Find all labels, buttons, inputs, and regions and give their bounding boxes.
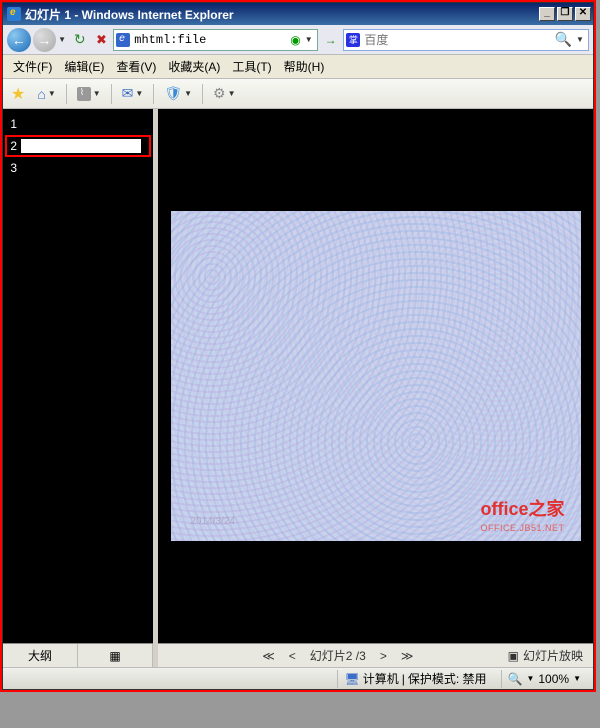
address-dropdown[interactable]: ▼ bbox=[305, 35, 315, 44]
address-input[interactable] bbox=[134, 33, 286, 47]
content-area: 1 2 3 大纲 ▦ 2014/3/24 bbox=[3, 109, 593, 667]
zoom-dropdown[interactable]: ▼ bbox=[526, 674, 534, 683]
slide-item-1[interactable]: 1 bbox=[7, 115, 149, 133]
zone-indicator[interactable]: 🖥 计算机 | 保护模式: 禁用 bbox=[337, 670, 492, 688]
outline-pane: 1 2 3 大纲 ▦ bbox=[3, 109, 153, 667]
slide-pane: 2014/3/24 office之家 OFFICE.JB51.NET ≪ < 幻… bbox=[158, 109, 593, 667]
slide-number: 2 bbox=[7, 139, 17, 153]
refresh-button[interactable]: ↻ bbox=[70, 30, 90, 50]
slideshow-icon: ▣ bbox=[508, 649, 519, 663]
slide-viewport: 2014/3/24 office之家 OFFICE.JB51.NET bbox=[158, 109, 593, 643]
zoom-control[interactable]: 🔍 ▼ 100% ▼ bbox=[501, 670, 588, 688]
prev-slide-button[interactable]: < bbox=[289, 649, 296, 663]
feeds-button[interactable]: ⌇▼ bbox=[73, 83, 105, 105]
statusbar: 🖥 计算机 | 保护模式: 禁用 🔍 ▼ 100% ▼ bbox=[3, 667, 593, 689]
slide-thumb bbox=[21, 161, 141, 175]
ie-logo-icon: e bbox=[7, 7, 21, 21]
separator bbox=[202, 84, 203, 104]
slide-number: 3 bbox=[7, 161, 17, 175]
stop-button[interactable]: ✖ bbox=[92, 30, 112, 50]
slide-list: 1 2 3 bbox=[3, 109, 153, 643]
slide-date-watermark: 2014/3/24 bbox=[191, 516, 236, 527]
search-input[interactable] bbox=[364, 33, 550, 47]
read-mail-button[interactable]: ✉▼ bbox=[118, 83, 148, 105]
zone-label: 计算机 bbox=[363, 670, 399, 687]
zoom-menu[interactable]: ▼ bbox=[573, 674, 581, 683]
slide-item-3[interactable]: 3 bbox=[7, 159, 149, 177]
favorites-button[interactable]: ★ bbox=[7, 83, 29, 105]
search-dropdown[interactable]: ▼ bbox=[576, 35, 586, 44]
baidu-icon: 掌 bbox=[346, 33, 360, 47]
zoom-icon: 🔍 bbox=[508, 672, 523, 686]
menu-file[interactable]: 文件(F) bbox=[7, 56, 58, 77]
window-title: 幻灯片 1 - Windows Internet Explorer bbox=[25, 6, 539, 23]
slide-item-2[interactable]: 2 bbox=[7, 137, 149, 155]
slide-number: 1 bbox=[7, 117, 17, 131]
slide-thumb bbox=[21, 139, 141, 153]
titlebar: e 幻灯片 1 - Windows Internet Explorer _ ❐ … bbox=[3, 3, 593, 25]
safety-button[interactable]: 🛡▼ bbox=[160, 83, 196, 105]
menu-help[interactable]: 帮助(H) bbox=[278, 56, 331, 77]
nav-history-dropdown[interactable]: ▼ bbox=[58, 35, 68, 44]
protected-mode-label: 保护模式: 禁用 bbox=[408, 670, 487, 687]
slide-counter: 幻灯片2 /3 bbox=[310, 647, 366, 664]
search-button[interactable]: 🔍 bbox=[555, 31, 572, 48]
search-bar[interactable]: 掌 🔍 ▼ bbox=[343, 29, 589, 51]
menu-favorites[interactable]: 收藏夹(A) bbox=[162, 56, 226, 77]
close-button[interactable]: ✕ bbox=[575, 7, 591, 21]
zoom-value: 100% bbox=[538, 672, 569, 686]
nav-toolbar: ← → ▼ ↻ ✖ ◉ ▼ → 掌 🔍 ▼ bbox=[3, 25, 593, 55]
computer-icon: 🖥 bbox=[344, 672, 359, 686]
separator: | bbox=[402, 672, 405, 686]
slide-logo-subtext: OFFICE.JB51.NET bbox=[480, 523, 564, 533]
separator bbox=[66, 84, 67, 104]
separator bbox=[111, 84, 112, 104]
slides-tab-icon: ▦ bbox=[109, 649, 120, 663]
separator bbox=[153, 84, 154, 104]
slide-nav-bar: ≪ < 幻灯片2 /3 > ≫ ▣ 幻灯片放映 bbox=[158, 643, 593, 667]
tools-button[interactable]: ⚙▼ bbox=[209, 83, 239, 105]
slide-canvas: 2014/3/24 office之家 OFFICE.JB51.NET bbox=[171, 211, 581, 541]
slideshow-label: 幻灯片放映 bbox=[523, 647, 583, 664]
forward-button[interactable]: → bbox=[33, 28, 57, 52]
address-bar[interactable]: ◉ ▼ bbox=[113, 29, 317, 51]
slide-thumb bbox=[21, 117, 141, 131]
menu-tools[interactable]: 工具(T) bbox=[226, 56, 277, 77]
minimize-button[interactable]: _ bbox=[539, 7, 555, 21]
slide-logo-text: office之家 bbox=[480, 495, 564, 521]
restore-button[interactable]: ❐ bbox=[557, 7, 573, 21]
last-slide-button[interactable]: ≫ bbox=[401, 649, 414, 663]
slideshow-button[interactable]: ▣ 幻灯片放映 bbox=[508, 647, 583, 664]
outline-tab[interactable]: 大纲 bbox=[3, 644, 78, 667]
menu-edit[interactable]: 编辑(E) bbox=[58, 56, 110, 77]
command-bar: ★ ⌂▼ ⌇▼ ✉▼ 🛡▼ ⚙▼ bbox=[3, 79, 593, 109]
home-button[interactable]: ⌂▼ bbox=[33, 83, 59, 105]
page-icon bbox=[116, 33, 130, 47]
next-slide-button[interactable]: > bbox=[380, 649, 387, 663]
slides-tab[interactable]: ▦ bbox=[78, 644, 153, 667]
first-slide-button[interactable]: ≪ bbox=[262, 649, 275, 663]
menubar: 文件(F) 编辑(E) 查看(V) 收藏夹(A) 工具(T) 帮助(H) bbox=[3, 55, 593, 79]
go-button[interactable]: → bbox=[320, 29, 342, 51]
menu-view[interactable]: 查看(V) bbox=[110, 56, 162, 77]
compat-view-icon[interactable]: ◉ bbox=[290, 33, 300, 47]
back-button[interactable]: ← bbox=[7, 28, 31, 52]
